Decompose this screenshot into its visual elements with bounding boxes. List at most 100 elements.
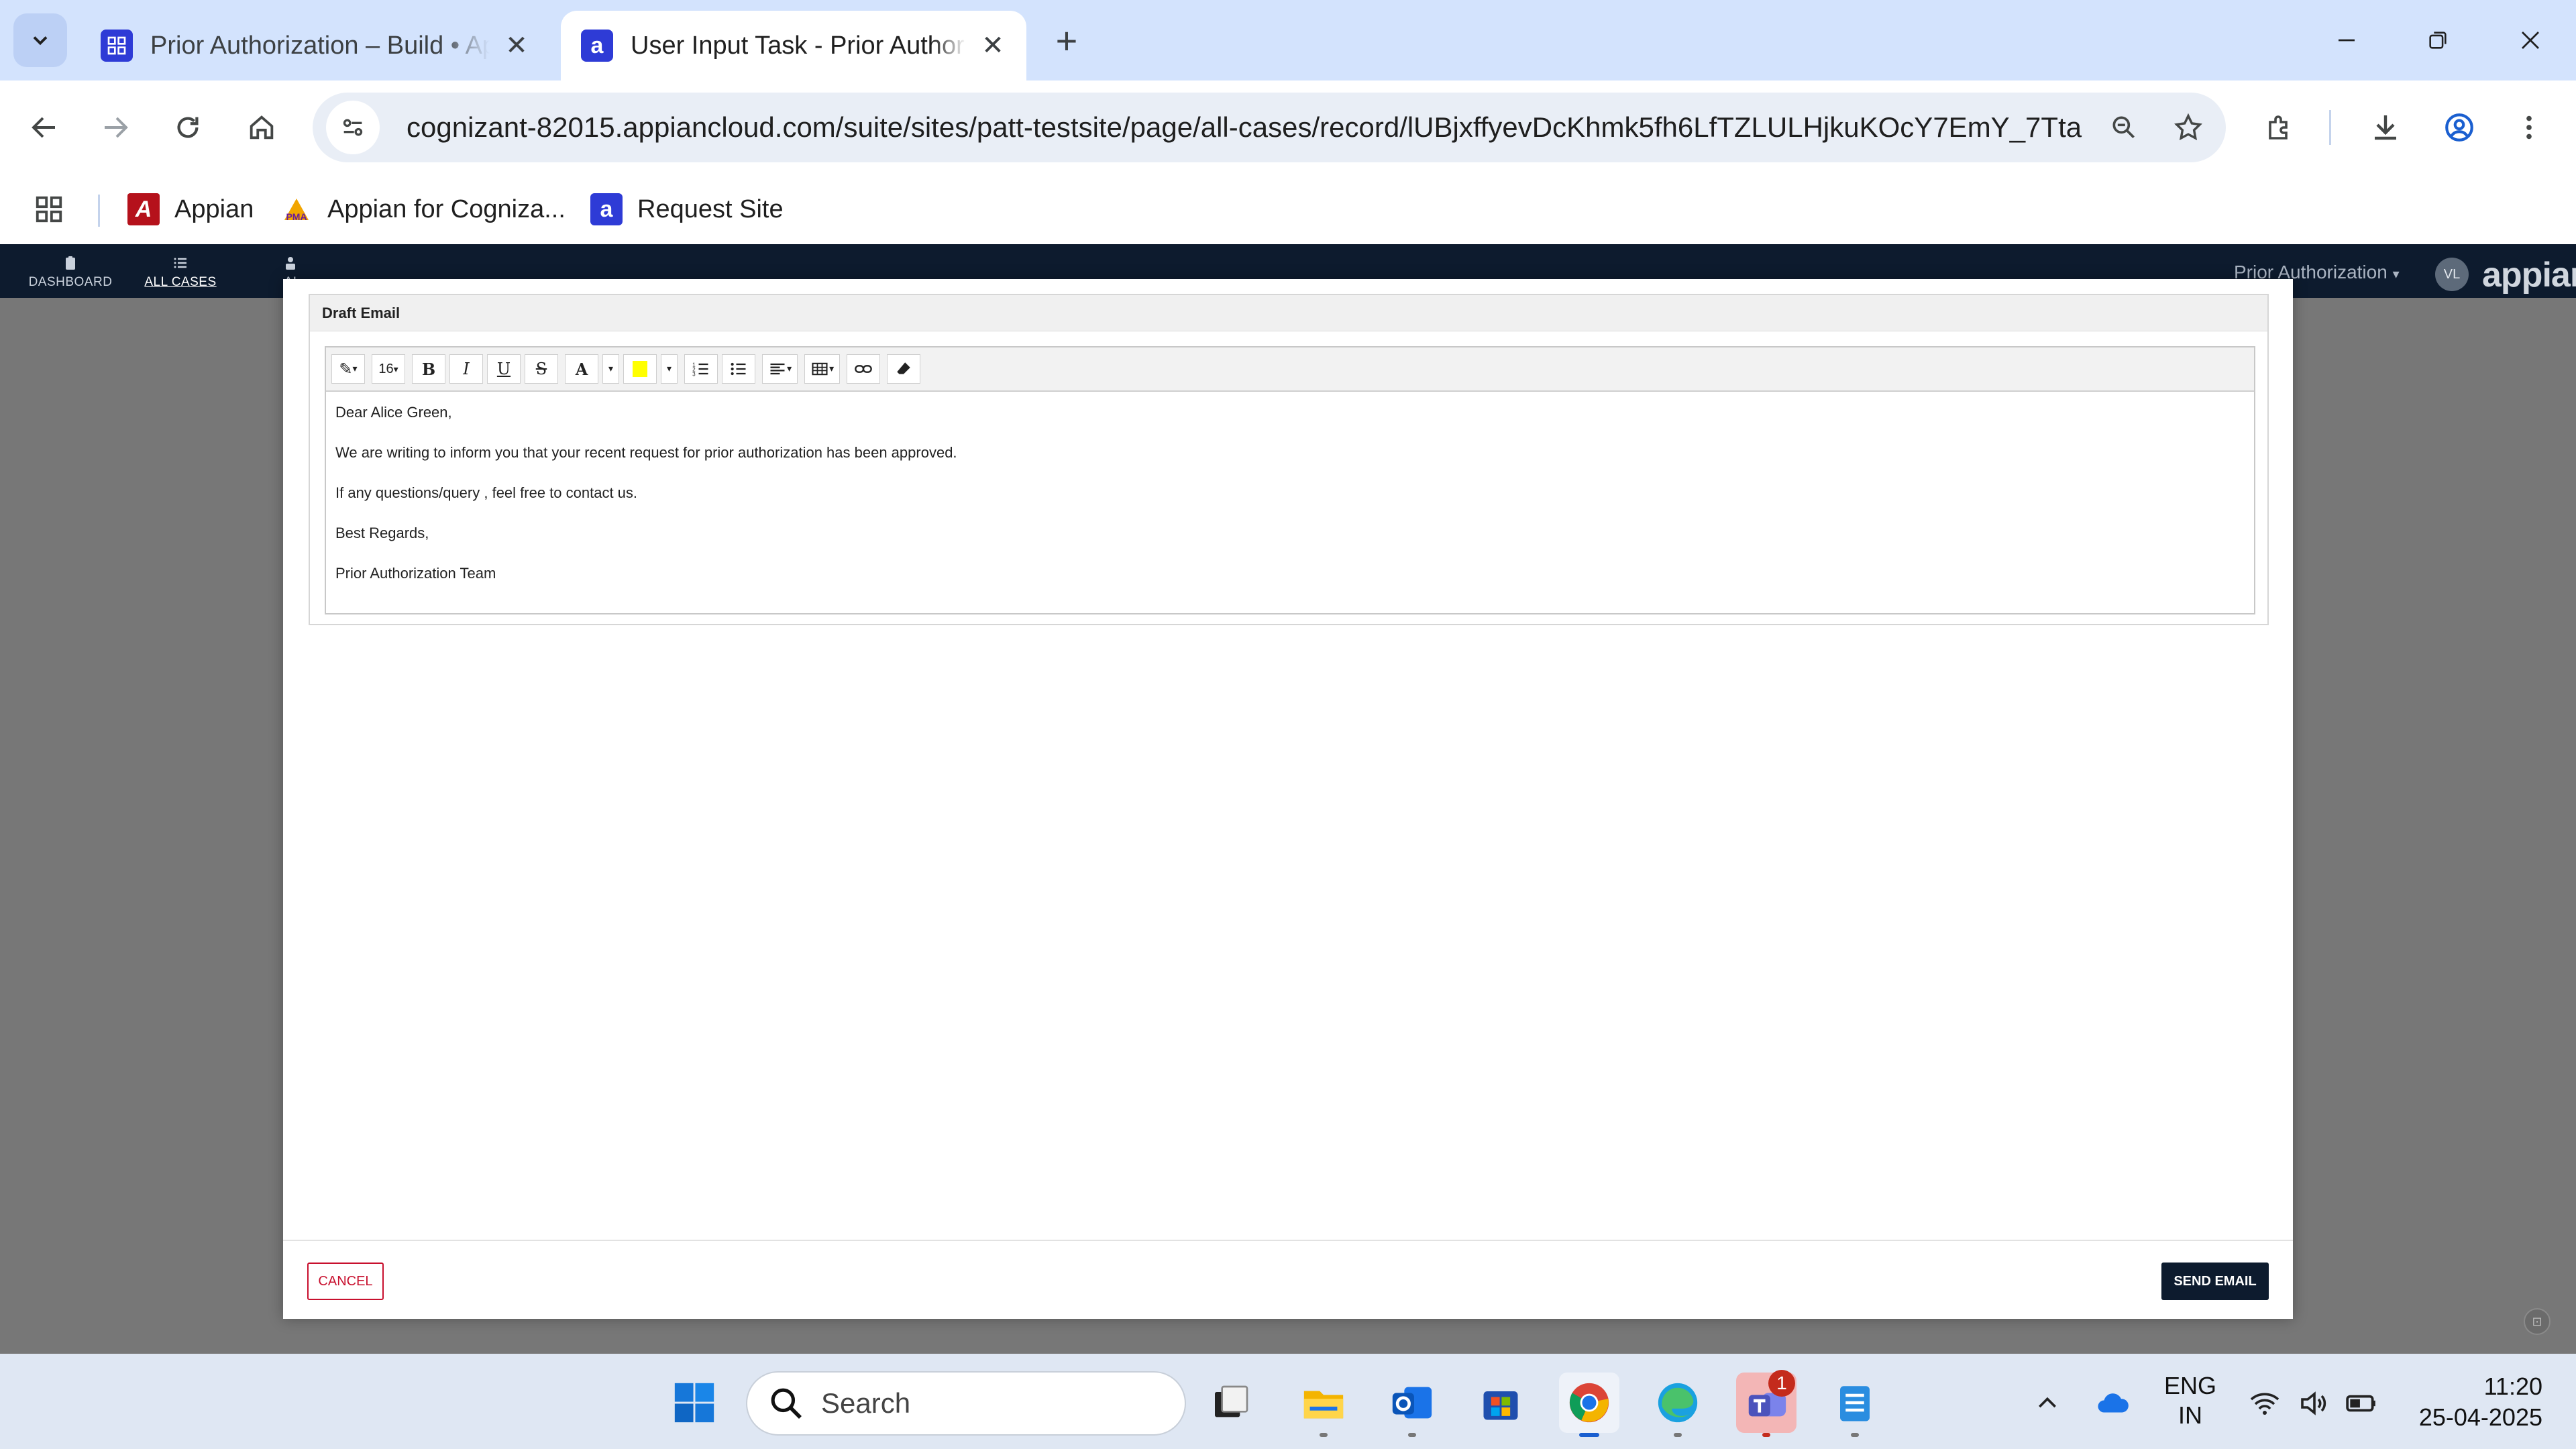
svg-text:3: 3 — [692, 372, 696, 378]
text-color-label: A — [575, 359, 588, 379]
running-indicator — [1762, 1433, 1770, 1437]
link-icon — [855, 365, 872, 373]
italic-button[interactable]: I — [449, 354, 483, 384]
taskbar-teams[interactable]: 1 — [1736, 1370, 1796, 1437]
taskbar-task-view[interactable] — [1201, 1373, 1261, 1433]
restore-button[interactable] — [2404, 13, 2471, 67]
minimize-button[interactable] — [2313, 13, 2380, 67]
task-view-icon — [1215, 1385, 1248, 1417]
insert-link-button[interactable] — [847, 354, 881, 384]
zoom-out-icon — [2112, 116, 2135, 138]
minimize-icon — [2339, 39, 2355, 42]
bookmark-appian[interactable]: A Appian — [127, 188, 254, 231]
clear-format-button[interactable] — [887, 354, 921, 384]
tab-search-button[interactable] — [13, 13, 67, 67]
zoom-button[interactable] — [2097, 101, 2151, 154]
home-button[interactable] — [235, 101, 288, 154]
avatar[interactable]: VL — [2435, 258, 2469, 291]
search-placeholder: Search — [821, 1387, 911, 1419]
bold-button[interactable]: B — [412, 354, 445, 384]
apps-grid-icon — [36, 196, 62, 223]
bookmark-appian-cognizant[interactable]: PMA Appian for Cogniza... — [280, 188, 566, 231]
browser-tab-user-input-task[interactable]: a User Input Task - Prior Authorization … — [561, 11, 1026, 80]
browser-tab-build[interactable]: Prior Authorization – Build • Appian ✕ — [80, 11, 550, 80]
highlight-swatch-icon — [633, 361, 648, 377]
strikethrough-button[interactable]: S — [525, 354, 558, 384]
chevron-down-icon — [33, 36, 48, 46]
forward-button[interactable] — [89, 101, 142, 154]
volume-tray-icon[interactable] — [2293, 1383, 2333, 1424]
reload-button[interactable] — [161, 101, 215, 154]
clock[interactable]: 11:20 25-04-2025 — [2408, 1371, 2542, 1433]
menu-button[interactable] — [2502, 101, 2556, 154]
email-body[interactable]: Dear Alice Green, We are writing to info… — [326, 392, 2254, 612]
align-dropdown[interactable]: ▾ — [762, 354, 798, 384]
taskbar-outlook[interactable] — [1382, 1373, 1442, 1437]
email-line: Dear Alice Green, — [335, 404, 452, 421]
highlight-color-button[interactable] — [623, 354, 657, 384]
bookmark-label: Request Site — [637, 195, 784, 223]
caret-down-icon: ▾ — [829, 364, 835, 374]
onedrive-tray-icon[interactable] — [2093, 1383, 2133, 1424]
caret-down-icon: ▾ — [787, 364, 792, 374]
cancel-button[interactable]: CANCEL — [307, 1263, 384, 1300]
font-size-value: 16 — [378, 361, 394, 376]
send-email-button[interactable]: SEND EMAIL — [2161, 1263, 2269, 1300]
language-indicator[interactable]: ENG IN — [2164, 1371, 2216, 1430]
taskbar-file-explorer[interactable] — [1293, 1373, 1354, 1437]
taskbar-chrome[interactable] — [1559, 1373, 1619, 1437]
restore-icon — [2429, 32, 2447, 49]
bookmark-star-button[interactable] — [2161, 101, 2215, 154]
close-icon[interactable]: ✕ — [979, 31, 1006, 60]
running-indicator — [1851, 1433, 1859, 1437]
robot-icon — [286, 257, 295, 270]
apps-button[interactable] — [34, 188, 64, 231]
running-indicator — [1320, 1433, 1328, 1437]
highlight-color-dropdown[interactable]: ▾ — [661, 354, 678, 384]
store-icon — [1483, 1391, 1518, 1420]
nav-dashboard[interactable]: DASHBOARD — [20, 251, 121, 295]
profile-button[interactable] — [2432, 101, 2486, 154]
back-button[interactable] — [17, 101, 71, 154]
browser-tab-strip: Prior Authorization – Build • Appian ✕ a… — [0, 0, 2576, 80]
table-dropdown[interactable]: ▾ — [804, 354, 841, 384]
rich-text-editor[interactable]: ✎ ▾ 16 ▾ B I U S A ▾ ▾ 123 ▾ ▾ Dear Alic… — [325, 346, 2255, 614]
underline-label: U — [496, 360, 511, 378]
volume-icon — [2301, 1391, 2326, 1415]
taskbar-edge[interactable] — [1648, 1373, 1708, 1437]
bulleted-list-button[interactable] — [722, 354, 756, 384]
feedback-icon[interactable]: ⊡ — [2524, 1308, 2551, 1335]
downloads-button[interactable] — [2359, 101, 2412, 154]
taskbar-store[interactable] — [1470, 1373, 1531, 1433]
language-label: ENG — [2164, 1372, 2217, 1399]
new-tab-button[interactable]: + — [1046, 19, 1087, 62]
site-info-button[interactable] — [326, 101, 380, 154]
taskbar-search[interactable]: Search — [746, 1371, 1186, 1436]
close-icon[interactable]: ✕ — [503, 31, 530, 60]
text-color-dropdown[interactable]: ▾ — [602, 354, 620, 384]
tab-title: User Input Task - Prior Authorization — [631, 31, 966, 60]
wifi-tray-icon[interactable] — [2245, 1383, 2285, 1424]
underline-button[interactable]: U — [487, 354, 521, 384]
bookmark-request-site[interactable]: a Request Site — [590, 188, 784, 231]
bold-label: B — [421, 359, 436, 379]
grid-icon — [101, 30, 133, 62]
font-size-dropdown[interactable]: 16 ▾ — [372, 354, 405, 384]
outlook-icon — [1392, 1387, 1432, 1419]
email-line: If any questions/query , feel free to co… — [335, 484, 638, 501]
battery-tray-icon[interactable] — [2341, 1383, 2381, 1424]
address-bar[interactable]: cognizant-82015.appiancloud.com/suite/si… — [313, 93, 2226, 162]
show-hidden-icons-button[interactable] — [2027, 1383, 2068, 1424]
taskbar-notepad[interactable] — [1825, 1373, 1885, 1437]
close-window-button[interactable] — [2497, 13, 2564, 67]
extensions-button[interactable] — [2253, 101, 2306, 154]
list-icon — [174, 258, 186, 268]
numbered-list-button[interactable]: 123 — [684, 354, 718, 384]
table-icon — [812, 362, 828, 376]
start-button[interactable] — [664, 1373, 724, 1433]
text-color-button[interactable]: A — [565, 354, 598, 384]
nav-all-cases[interactable]: ALL CASES — [130, 251, 231, 295]
home-icon — [250, 115, 274, 140]
styles-dropdown[interactable]: ✎ ▾ — [331, 354, 365, 384]
italic-label: I — [463, 360, 470, 378]
